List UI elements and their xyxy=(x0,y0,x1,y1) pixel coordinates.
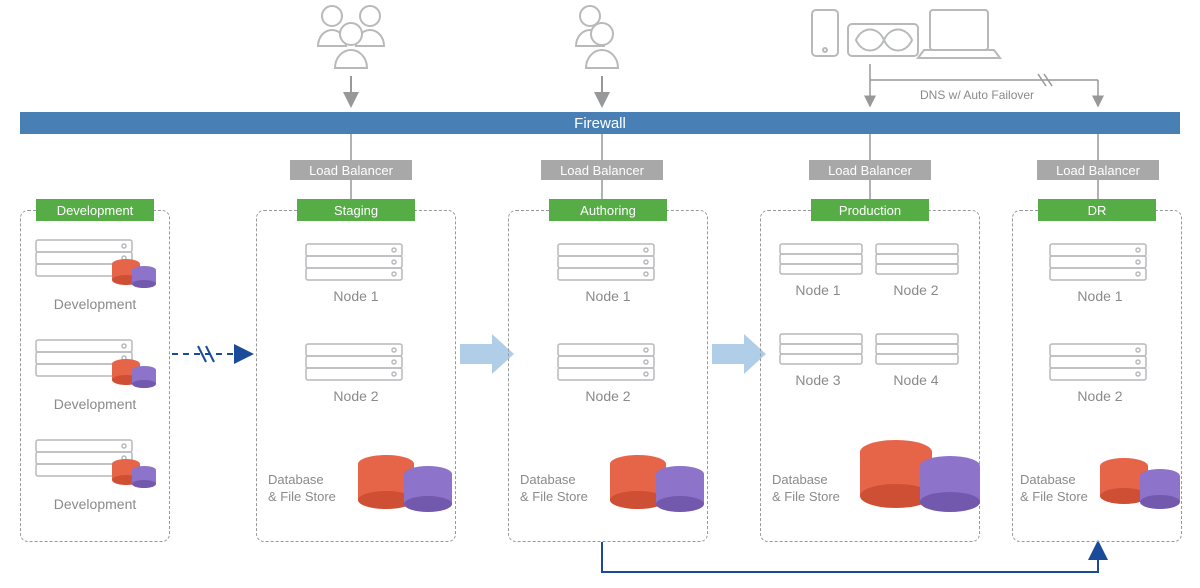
load-balancer-authoring: Load Balancer xyxy=(541,160,663,180)
env-title-dr: DR xyxy=(1038,199,1156,221)
authoring-server-icons xyxy=(552,240,664,440)
production-node1: Node 1 xyxy=(770,282,866,298)
flow-arrow-dev-staging xyxy=(172,346,252,362)
dr-node1: Node 1 xyxy=(1020,288,1180,304)
flow-arrow-staging-authoring xyxy=(460,334,514,374)
users-icon xyxy=(576,6,618,68)
load-balancer-production: Load Balancer xyxy=(809,160,931,180)
dr-db-label: Database& File Store xyxy=(1020,472,1088,506)
authoring-db-label: Database& File Store xyxy=(520,472,588,506)
env-title-production: Production xyxy=(811,199,929,221)
production-db-icon xyxy=(856,438,984,522)
dns-label: DNS w/ Auto Failover xyxy=(920,88,1034,102)
dev-label-3: Development xyxy=(20,496,170,512)
flow-arrow-authoring-dr xyxy=(602,542,1098,572)
staging-db-label: Database& File Store xyxy=(268,472,336,506)
dev-label-1: Development xyxy=(20,296,170,312)
firewall-bar: Firewall xyxy=(20,112,1180,134)
production-server-icons xyxy=(776,240,976,440)
staging-server-icons xyxy=(300,240,412,440)
env-title-authoring: Authoring xyxy=(549,199,667,221)
load-balancer-dr: Load Balancer xyxy=(1037,160,1159,180)
dr-node2: Node 2 xyxy=(1020,388,1180,404)
env-title-staging: Staging xyxy=(297,199,415,221)
devices-icon xyxy=(812,10,1000,58)
staging-node2: Node 2 xyxy=(276,388,436,404)
authoring-db-icon xyxy=(604,454,708,524)
authoring-node1: Node 1 xyxy=(528,288,688,304)
dr-server-icons xyxy=(1044,240,1156,440)
production-node2: Node 2 xyxy=(868,282,964,298)
staging-db-icon xyxy=(352,454,456,524)
staging-node1: Node 1 xyxy=(276,288,436,304)
load-balancer-staging: Load Balancer xyxy=(290,160,412,180)
authoring-node2: Node 2 xyxy=(528,388,688,404)
dev-label-2: Development xyxy=(20,396,170,412)
env-title-development: Development xyxy=(36,199,154,221)
production-node4: Node 4 xyxy=(868,372,964,388)
production-db-label: Database& File Store xyxy=(772,472,840,506)
dev-server-icons xyxy=(30,236,160,536)
flow-arrow-authoring-production xyxy=(712,334,766,374)
users-group-icon xyxy=(318,6,384,68)
production-node3: Node 3 xyxy=(770,372,866,388)
dr-db-icon xyxy=(1096,458,1184,520)
